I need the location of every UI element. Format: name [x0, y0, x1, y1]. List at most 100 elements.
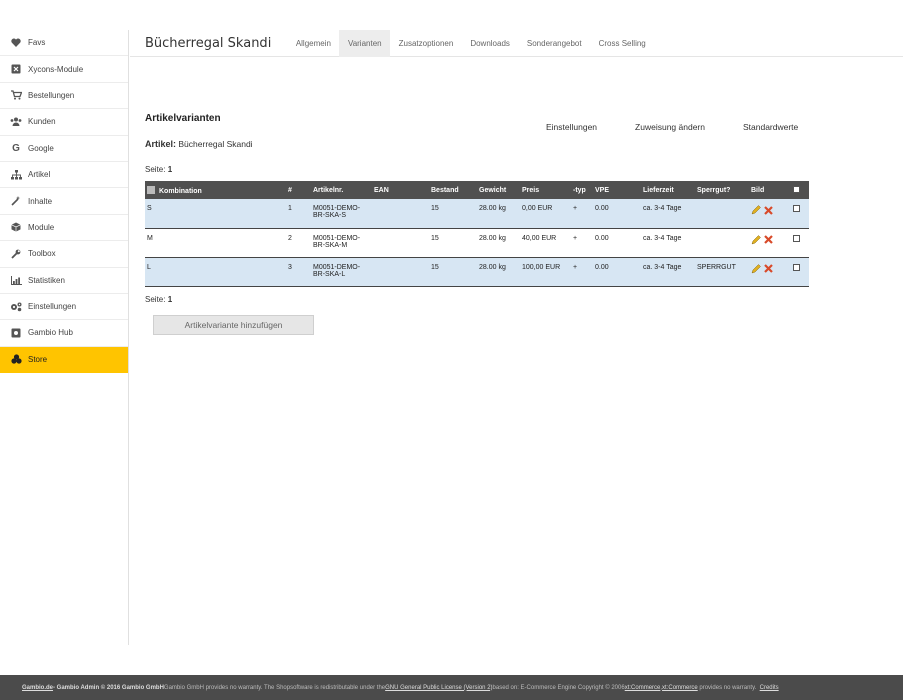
row-checkbox[interactable]	[793, 234, 800, 242]
cell-actions	[749, 199, 791, 228]
table-row: S 1 M0051-DEMO-BR-SKA-S 15 28.00 kg 0,00…	[145, 199, 809, 228]
license-link[interactable]: GNU General Public License (Version 2)	[385, 685, 492, 691]
cell-actions	[749, 228, 791, 257]
page-number: 1	[167, 165, 173, 174]
einstellungen-link[interactable]: Einstellungen	[546, 122, 597, 132]
footer-text: provides no warranty.	[697, 684, 760, 691]
col-sperrgut: Sperrgut?	[695, 181, 749, 199]
cell-typ: +	[573, 234, 578, 242]
cell-nr: 2	[288, 234, 292, 242]
cell-gewicht: 28.00 kg	[479, 234, 506, 242]
gambio-link[interactable]: Gambio.de	[22, 685, 53, 691]
cell-preis: 40,00 EUR	[522, 234, 557, 242]
sidebar-item-favs[interactable]: Favs	[0, 30, 128, 57]
sort-icon[interactable]	[147, 185, 155, 194]
section-heading: Artikelvarianten	[145, 113, 221, 124]
wrench-icon	[10, 249, 22, 259]
sidebar-item-einstellungen[interactable]: Einstellungen	[0, 294, 128, 321]
col-preis: Preis	[520, 181, 571, 199]
edit-pencil-icon[interactable]	[751, 205, 761, 215]
sidebar-item-label: Inhalte	[28, 196, 53, 206]
cell-select	[791, 199, 809, 228]
google-icon: G	[12, 142, 20, 154]
col-vpe: VPE	[593, 181, 641, 199]
page-title: Bücherregal Skandi	[145, 35, 272, 51]
header: Bücherregal Skandi Allgemein Varianten Z…	[130, 29, 903, 57]
delete-x-icon[interactable]	[764, 205, 773, 215]
col-kombination[interactable]: Kombination	[145, 181, 286, 199]
variants-table: Kombination # Artikelnr. EAN Bestand Gew…	[145, 181, 809, 287]
row-checkbox[interactable]	[793, 205, 800, 212]
tab-sonderangebot[interactable]: Sonderangebot	[518, 30, 590, 57]
standardwerte-link[interactable]: Standardwerte	[743, 122, 798, 132]
sidebar-item-statistiken[interactable]: Statistiken	[0, 268, 128, 294]
sidebar-item-label: Bestellungen	[28, 90, 75, 100]
cell-sperrgut	[695, 228, 749, 257]
col-nr: #	[286, 181, 311, 199]
tab-zusatzoptionen[interactable]: Zusatzoptionen	[390, 30, 462, 57]
cell-artikelnr: M0051-DEMO-BR-SKA-M	[313, 234, 361, 249]
col-typ: -typ	[571, 181, 593, 199]
page-label: Seite:	[145, 165, 166, 174]
xtcommerce-link[interactable]: xt:Commerce	[662, 685, 698, 691]
cart-icon	[10, 90, 22, 101]
sidebar-item-label: Statistiken	[28, 275, 65, 285]
users-icon	[10, 117, 22, 127]
sidebar-item-google[interactable]: G Google	[0, 136, 128, 162]
col-ean: EAN	[372, 181, 429, 199]
cell-select	[791, 228, 809, 257]
sidebar-item-module[interactable]: Module	[0, 215, 128, 242]
cell-ean	[372, 228, 429, 257]
sidebar-item-gambio-hub[interactable]: Gambio Hub	[0, 320, 128, 347]
sidebar-item-inhalte[interactable]: Inhalte	[0, 188, 128, 215]
cell-vpe: 0.00	[595, 234, 609, 242]
col-artikelnr: Artikelnr.	[311, 181, 372, 199]
chart-icon	[10, 275, 22, 285]
edit-pencil-icon[interactable]	[751, 263, 761, 274]
sidebar-item-kunden[interactable]: Kunden	[0, 109, 128, 136]
select-all-checkbox[interactable]	[793, 185, 800, 193]
tab-allgemein[interactable]: Allgemein	[287, 30, 339, 57]
delete-x-icon[interactable]	[764, 235, 773, 244]
sidebar-item-xycons-module[interactable]: Xycons-Module	[0, 56, 128, 83]
table-header-row: Kombination # Artikelnr. EAN Bestand Gew…	[145, 181, 809, 199]
cell-ean	[372, 257, 429, 286]
tab-downloads[interactable]: Downloads	[462, 30, 519, 57]
cell-kombination: M	[147, 234, 153, 242]
sidebar-item-label: Module	[28, 222, 55, 232]
delete-x-icon[interactable]	[764, 264, 773, 273]
top-actions: Einstellungen Zuweisung ändern Standardw…	[546, 122, 798, 132]
xtcommerce-link[interactable]: xt:Commerce	[625, 685, 661, 691]
col-gewicht: Gewicht	[477, 181, 520, 199]
page-indicator-top: Seite: 1	[145, 165, 172, 174]
sidebar-item-store[interactable]: Store	[0, 346, 128, 374]
cell-actions	[749, 257, 791, 286]
tab-varianten[interactable]: Varianten	[339, 29, 391, 57]
cell-artikelnr: M0051-DEMO-BR-SKA-L	[313, 263, 361, 278]
cell-ean	[372, 199, 429, 228]
cell-kombination: L	[147, 263, 151, 271]
row-checkbox[interactable]	[793, 263, 800, 271]
credits-link[interactable]: Credits	[760, 685, 779, 691]
select-all-cell	[791, 181, 809, 199]
zuweisung-aendern-link[interactable]: Zuweisung ändern	[635, 122, 705, 132]
cell-nr: 3	[288, 263, 292, 271]
cell-sperrgut	[695, 199, 749, 228]
col-bestand: Bestand	[429, 181, 477, 199]
footer: Gambio.de - Gambio Admin © 2016 Gambio G…	[0, 675, 903, 700]
sidebar-item-toolbox[interactable]: Toolbox	[0, 241, 128, 268]
cell-kombination: S	[147, 205, 152, 212]
cell-select	[791, 257, 809, 286]
magic-icon	[10, 196, 22, 206]
tab-cross-selling[interactable]: Cross Selling	[590, 30, 654, 57]
cell-bestand: 15	[431, 263, 439, 271]
col-lieferzeit: Lieferzeit	[641, 181, 695, 199]
sidebar-item-bestellungen[interactable]: Bestellungen	[0, 83, 128, 110]
edit-pencil-icon[interactable]	[751, 234, 761, 245]
article-line: Artikel: Bücherregal Skandi	[145, 139, 253, 149]
gears-icon	[10, 302, 22, 312]
heart-icon	[10, 38, 22, 48]
sidebar-item-label: Google	[28, 143, 54, 153]
sidebar-item-artikel[interactable]: Artikel	[0, 162, 128, 189]
add-variant-button[interactable]: Artikelvariante hinzufügen	[153, 315, 314, 335]
